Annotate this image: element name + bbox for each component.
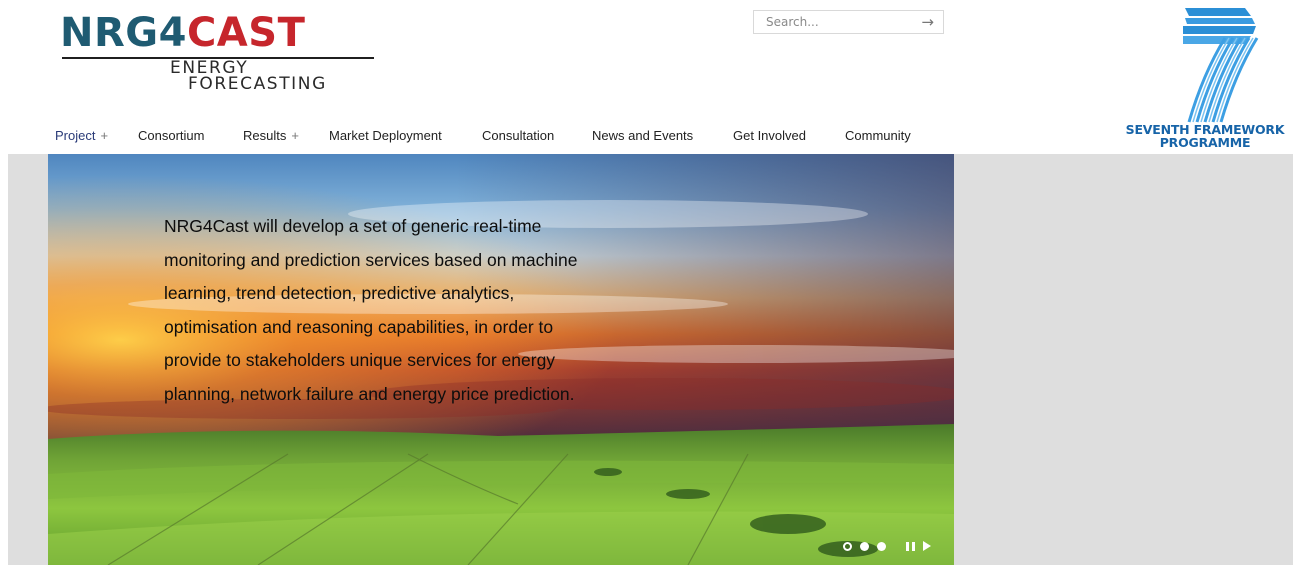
fp7-logo-icon	[1183, 8, 1259, 123]
slide-dot-3[interactable]	[877, 542, 886, 551]
hero-slider[interactable]: NRG4Cast will develop a set of generic r…	[48, 154, 954, 565]
logo-tagline-line2: FORECASTING	[188, 74, 327, 94]
nav-item-label: Results	[243, 128, 287, 143]
nav-item-label: Consortium	[138, 128, 205, 143]
logo-wordmark: NRG4CAST	[60, 10, 305, 56]
nav-item-label: Community	[845, 128, 911, 143]
fp7-caption-line2: PROGRAMME	[1159, 135, 1251, 150]
nav-item-consultation[interactable]: Consultation	[482, 128, 554, 143]
fp7-logo[interactable]: SEVENTH FRAMEWORK PROGRAMME	[1117, 4, 1293, 154]
pause-icon[interactable]	[906, 542, 916, 551]
nav-item-community[interactable]: Community	[845, 128, 911, 143]
arrow-right-icon[interactable]: →	[921, 13, 934, 31]
slide-caption-line: learning, trend detection, predictive an…	[164, 283, 515, 303]
nav-item-results[interactable]: Results +	[243, 128, 299, 143]
main-navigation: Project + Consortium Results + Market Depl…	[0, 128, 960, 148]
slide-dot-2[interactable]	[860, 542, 869, 551]
search-box: →	[753, 10, 944, 34]
search-input[interactable]	[766, 14, 906, 30]
nav-item-consortium[interactable]: Consortium	[138, 128, 204, 143]
nav-item-label: Market Deployment	[329, 128, 442, 143]
slide-dot-1[interactable]	[843, 542, 852, 551]
slide-caption-line: planning, network failure and energy pri…	[164, 383, 575, 404]
nrg4cast-logo[interactable]: NRG4CAST ENERGY FORECASTING	[60, 10, 378, 100]
nav-item-market-deployment[interactable]: Market Deployment	[329, 128, 442, 143]
nav-item-project[interactable]: Project +	[55, 128, 108, 143]
plus-icon: +	[100, 128, 109, 143]
nav-item-label: Get Involved	[733, 128, 806, 143]
logo-wordmark-cast: CAST	[186, 10, 306, 56]
nav-item-news-and-events[interactable]: News and Events	[592, 128, 693, 143]
slide-caption: NRG4Cast will develop a set of generic r…	[164, 210, 664, 411]
slide-caption-line: optimisation and reasoning capabilities,…	[164, 316, 554, 337]
nav-item-label: Project	[55, 128, 96, 143]
nav-item-get-involved[interactable]: Get Involved	[733, 128, 806, 143]
slide-caption-line: monitoring and prediction services based…	[164, 249, 578, 270]
logo-tagline: ENERGY FORECASTING	[170, 60, 327, 94]
logo-wordmark-nrg: NRG4	[60, 10, 187, 56]
slide-caption-line: NRG4Cast will develop a set of generic r…	[164, 216, 542, 236]
slide-caption-line: provide to stakeholders unique services …	[164, 350, 556, 370]
plus-icon: +	[291, 128, 299, 143]
fp7-caption: SEVENTH FRAMEWORK PROGRAMME	[1117, 123, 1293, 149]
nav-item-label: Consultation	[482, 128, 555, 143]
nav-item-label: News and Events	[592, 128, 694, 143]
play-icon[interactable]	[923, 541, 931, 551]
